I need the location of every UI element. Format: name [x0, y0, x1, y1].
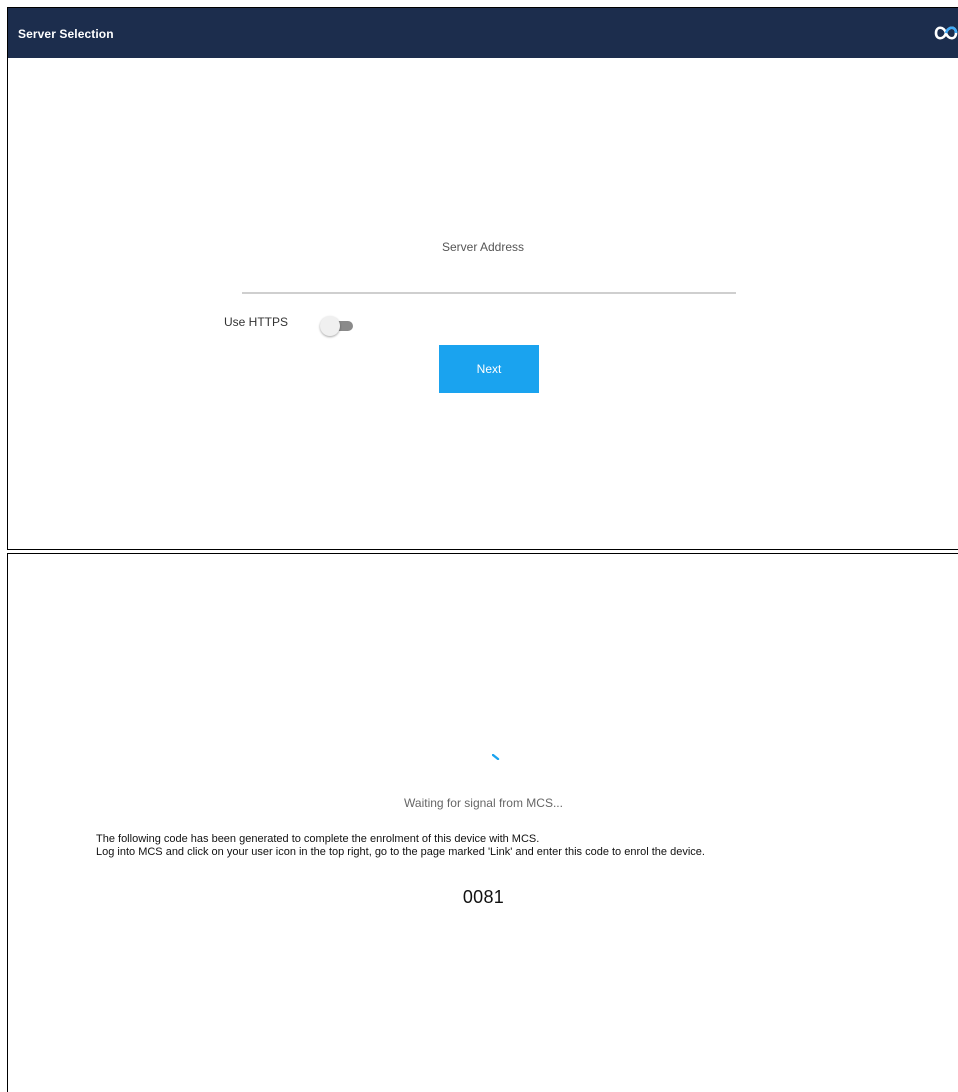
loading-spinner-icon: [491, 747, 500, 761]
server-address-input[interactable]: [242, 258, 736, 294]
toggle-thumb: [320, 316, 340, 336]
server-selection-screen: Server Selection Server Address Use HTTP…: [7, 7, 958, 550]
app-bar-title: Server Selection: [18, 27, 114, 41]
server-address-label: Server Address: [441, 240, 525, 254]
enrolment-code: 0081: [462, 887, 505, 907]
app-bar: Server Selection: [8, 8, 958, 58]
waiting-status-text: Waiting for signal from MCS...: [404, 796, 563, 810]
instruction-line-2: Log into MCS and click on your user icon…: [96, 846, 705, 858]
enrolment-screen: Waiting for signal from MCS... The follo…: [7, 553, 958, 1092]
screenshot-page: Server Selection Server Address Use HTTP…: [0, 0, 958, 1092]
enrolment-instructions: The following code has been generated to…: [96, 833, 705, 859]
infinity-logo-icon: [932, 21, 958, 45]
use-https-toggle[interactable]: [320, 316, 358, 338]
instruction-line-1: The following code has been generated to…: [96, 833, 540, 845]
use-https-label: Use HTTPS: [224, 315, 289, 329]
next-button[interactable]: Next: [439, 345, 539, 393]
